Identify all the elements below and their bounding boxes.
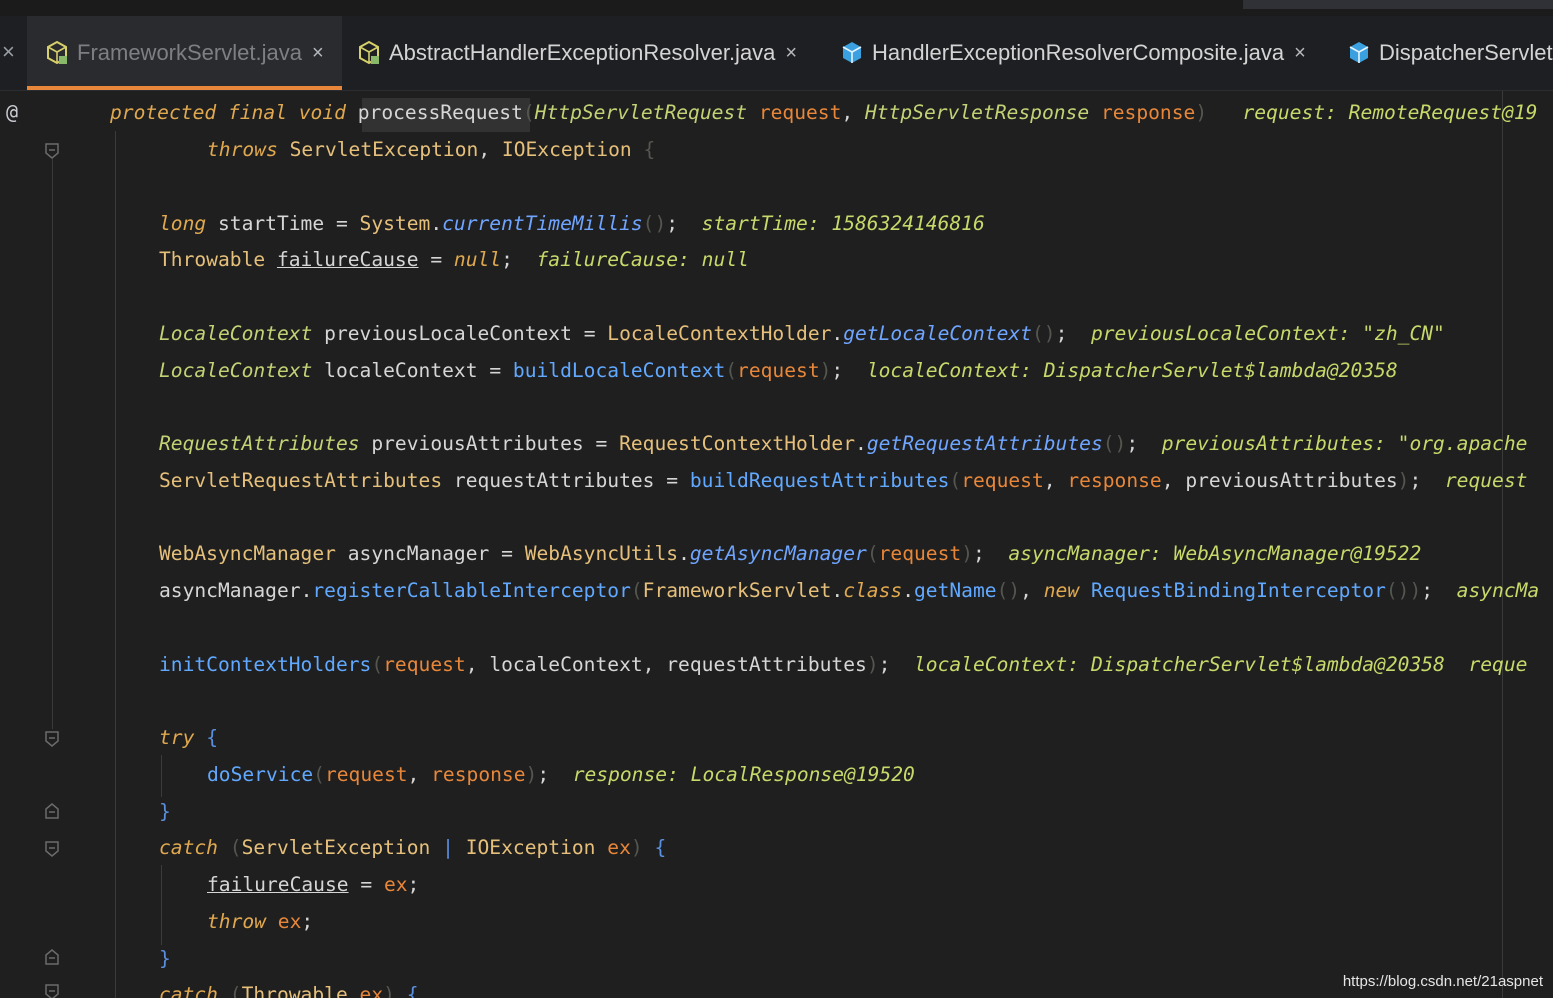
fold-end-icon[interactable] — [45, 803, 59, 819]
code-line: catch (ServletException | IOException ex… — [159, 836, 667, 859]
inline-debug-value: request: RemoteRequest@19 — [1242, 101, 1538, 124]
code-line: } — [159, 947, 171, 970]
close-icon[interactable]: × — [2, 39, 15, 65]
inline-debug-value: previousLocaleContext: "zh_CN" — [1090, 322, 1445, 345]
indent-guide — [161, 865, 162, 945]
close-icon[interactable]: × — [312, 42, 324, 65]
java-class-icon — [359, 40, 379, 65]
editor-gutter: @ — [0, 91, 78, 998]
tab-label: AbstractHandlerExceptionResolver.java — [389, 40, 776, 65]
tab-handlerexceptionresolvercomposite[interactable]: HandlerExceptionResolverComposite.java × — [840, 16, 1306, 90]
java-class-icon — [1349, 42, 1369, 63]
code-line: LocaleContext localeContext = buildLocal… — [159, 359, 1398, 382]
code-line: LocaleContext previousLocaleContext = Lo… — [159, 322, 1445, 345]
code-editor[interactable]: @ protected final void processRequest(Ht… — [0, 91, 1553, 998]
inline-debug-value: asyncManager: WebAsyncManager@19522 — [1008, 542, 1422, 565]
java-class-icon — [47, 40, 67, 65]
right-margin-guide — [1502, 91, 1503, 998]
indent-guide — [115, 131, 116, 998]
code-line: long startTime = System.currentTimeMilli… — [159, 212, 985, 235]
code-line: catch (Throwable ex) { — [159, 983, 419, 998]
watermark: https://blog.csdn.net/21aspnet — [1342, 973, 1543, 990]
inline-debug-value: localeContext: DispatcherServlet$lambda@… — [914, 653, 1445, 676]
code-line: doService(request, response); response: … — [207, 763, 915, 786]
indent-guide — [161, 755, 162, 797]
code-line: failureCause = ex; — [207, 873, 420, 896]
inline-debug-value: asyncMa — [1456, 579, 1540, 602]
code-line: throw ex; — [207, 910, 314, 933]
code-line: RequestAttributes previousAttributes = R… — [159, 432, 1528, 455]
fold-icon[interactable] — [45, 143, 59, 159]
code-line: throws ServletException, IOException { — [207, 138, 656, 161]
fold-icon[interactable] — [45, 841, 59, 857]
title-strip — [0, 0, 1553, 16]
inline-debug-value: localeContext: DispatcherServlet$lambda@… — [866, 359, 1398, 382]
tab-label: DispatcherServlet — [1379, 40, 1553, 65]
tab-abstracthandlerexceptionresolver[interactable]: AbstractHandlerExceptionResolver.java × — [357, 16, 797, 90]
code-line: initContextHolders(request, localeContex… — [159, 653, 1528, 676]
fold-line — [52, 159, 53, 729]
fold-icon[interactable] — [45, 731, 59, 747]
inline-debug-value: reque — [1468, 653, 1528, 676]
annotation-icon[interactable]: @ — [6, 100, 18, 124]
code-line: asyncManager.registerCallableInterceptor… — [159, 579, 1540, 602]
title-strip-sliver — [1243, 0, 1553, 9]
code-line: WebAsyncManager asyncManager = WebAsyncU… — [159, 542, 1422, 565]
code-line: Throwable failureCause = null; failureCa… — [159, 248, 749, 271]
inline-debug-value: previousAttributes: "org.apache — [1161, 432, 1528, 455]
fold-icon[interactable] — [45, 984, 59, 998]
tab-label: HandlerExceptionResolverComposite.java — [872, 40, 1285, 65]
editor-tab-bar: × FrameworkServlet.java × AbstractHandle… — [0, 16, 1553, 91]
fold-end-icon[interactable] — [45, 949, 59, 965]
inline-debug-value: startTime: 1586324146816 — [701, 212, 985, 235]
close-icon[interactable]: × — [785, 42, 797, 65]
active-tab-indicator — [27, 86, 342, 90]
java-class-icon — [842, 42, 862, 63]
inline-debug-value: request — [1444, 469, 1528, 492]
code-line: ServletRequestAttributes requestAttribut… — [159, 469, 1528, 492]
code-line: protected final void processRequest(Http… — [110, 101, 1538, 124]
inline-debug-value: response: LocalResponse@19520 — [572, 763, 915, 786]
close-icon[interactable]: × — [1294, 42, 1306, 65]
code-line: } — [159, 800, 171, 823]
inline-debug-value: failureCause: null — [536, 248, 749, 271]
tab-label: FrameworkServlet.java — [77, 40, 302, 65]
code-line: try { — [159, 726, 218, 749]
tab-dispatcherservlet[interactable]: DispatcherServlet — [1347, 16, 1553, 90]
tab-frameworkservlet[interactable]: FrameworkServlet.java × — [27, 16, 342, 90]
